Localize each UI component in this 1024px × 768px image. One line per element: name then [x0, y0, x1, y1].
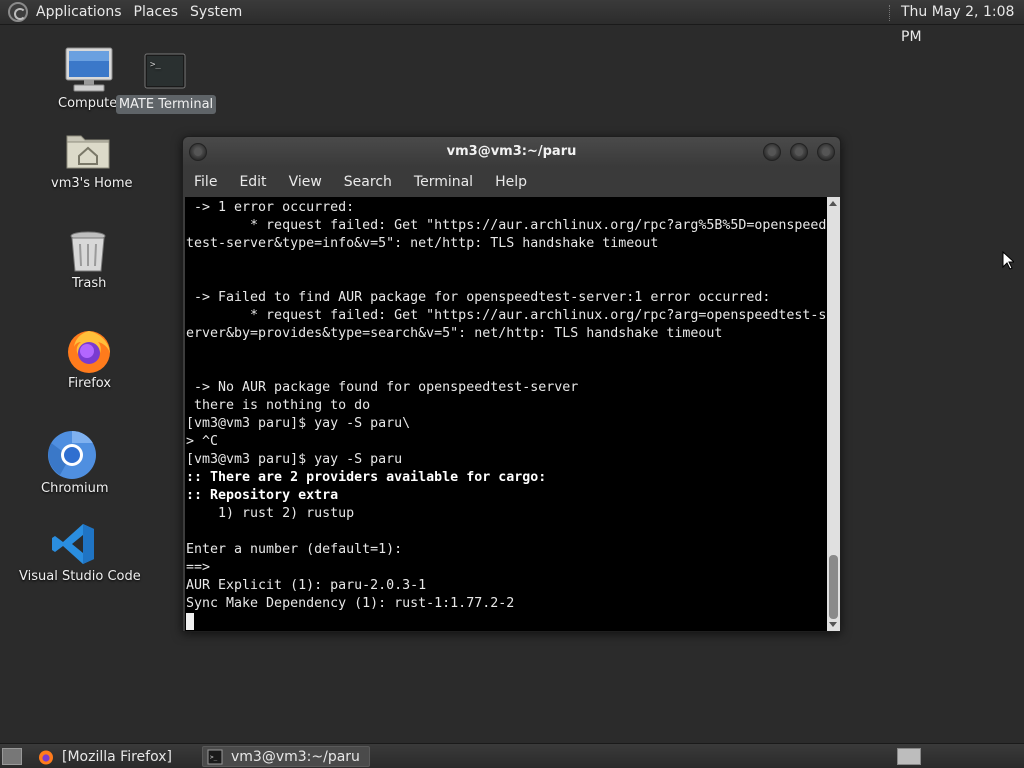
mouse-pointer-icon: [1002, 251, 1014, 270]
trash-icon: [70, 231, 106, 272]
menu-view[interactable]: View: [278, 167, 333, 197]
terminal-line: > ^C: [186, 434, 219, 449]
desktop-icon-label: Chromium: [41, 481, 109, 496]
taskbar-item-label: vm3@vm3:~/paru: [231, 748, 360, 765]
terminal-line: erver&by=provides&type=search&v=5": net/…: [186, 326, 723, 341]
desktop-icon-label: Computer: [58, 96, 123, 111]
workspace-switcher[interactable]: [897, 748, 921, 765]
terminal-cursor-line: [185, 613, 827, 631]
window-titlebar[interactable]: vm3@vm3:~/paru: [183, 137, 840, 167]
show-desktop-icon[interactable]: [2, 748, 22, 765]
scroll-up-arrow-icon[interactable]: [829, 201, 837, 206]
terminal-line: :: There are 2 providers available for c…: [186, 470, 547, 485]
terminal-line: [vm3@vm3 paru]$ yay -S paru\: [186, 416, 411, 431]
svg-text:>_: >_: [150, 60, 161, 70]
terminal-line: test-server&type=info&v=5": net/http: TL…: [186, 236, 659, 251]
desktop-icon-mate-terminal[interactable]: >_ MATE Terminal: [116, 52, 216, 116]
close-button[interactable]: [817, 143, 835, 161]
terminal-cursor: [186, 613, 194, 630]
desktop-icon-label: Firefox: [68, 376, 112, 391]
bottom-panel: [Mozilla Firefox] >_ vm3@vm3:~/paru: [0, 743, 1024, 768]
desktop-icon-label: vm3's Home: [51, 176, 133, 191]
vscode-icon: [52, 524, 94, 564]
terminal-icon: >_: [144, 53, 186, 89]
terminal-line: 1) rust 2) rustup: [186, 506, 355, 521]
top-panel: Applications Places System Thu May 2, 1:…: [0, 0, 1024, 45]
menu-search[interactable]: Search: [333, 167, 403, 197]
terminal-line: * request failed: Get "https://aur.archl…: [186, 218, 827, 233]
firefox-icon: [68, 331, 110, 373]
terminal-line: -> 1 error occurred:: [186, 200, 355, 215]
scrollbar-thumb[interactable]: [829, 555, 838, 619]
desktop-icon-home[interactable]: vm3's Home: [48, 128, 133, 198]
desktop-icon-chromium[interactable]: Chromium: [36, 430, 109, 500]
menu-system[interactable]: System: [186, 0, 250, 25]
desktop-icon-trash[interactable]: Trash: [60, 228, 118, 298]
firefox-icon: [39, 750, 53, 764]
terminal-output[interactable]: -> 1 error occurred: * request failed: G…: [185, 197, 827, 631]
terminal-icon: >_: [207, 749, 223, 764]
terminal-scrollbar[interactable]: [827, 197, 840, 631]
window-menubar: File Edit View Search Terminal Help: [183, 167, 840, 197]
desktop-icon-firefox[interactable]: Firefox: [60, 326, 118, 396]
desktop-icon-computer[interactable]: Computer: [54, 44, 124, 114]
terminal-line: Enter a number (default=1):: [186, 542, 403, 557]
clock[interactable]: Thu May 2, 1:08 PM: [901, 0, 1024, 50]
terminal-line: AUR Explicit (1): paru-2.0.3-1: [186, 578, 427, 593]
desktop-icon-label: Trash: [72, 276, 107, 291]
menu-places[interactable]: Places: [130, 0, 187, 25]
taskbar-item-label: [Mozilla Firefox]: [62, 748, 172, 765]
terminal-line: ==>: [186, 560, 211, 575]
desktop-icon-label: MATE Terminal: [116, 95, 216, 114]
minimize-button[interactable]: [763, 143, 781, 161]
terminal-line: * request failed: Get "https://aur.archl…: [186, 308, 827, 323]
panel-separator: [889, 5, 891, 21]
taskbar-item-firefox[interactable]: [Mozilla Firefox]: [34, 746, 198, 767]
menu-applications[interactable]: Applications: [32, 0, 130, 25]
terminal-line: -> Failed to find AUR package for opensp…: [186, 290, 771, 305]
svg-text:>_: >_: [210, 754, 218, 761]
terminal-line: :: Repository extra: [186, 488, 339, 503]
taskbar-item-terminal[interactable]: >_ vm3@vm3:~/paru: [202, 746, 370, 767]
terminal-line: -> No AUR package found for openspeedtes…: [186, 380, 579, 395]
menu-edit[interactable]: Edit: [228, 167, 277, 197]
desktop-icon-label: Visual Studio Code: [19, 569, 141, 584]
menu-file[interactable]: File: [183, 167, 228, 197]
menu-help[interactable]: Help: [484, 167, 538, 197]
home-folder-icon: [66, 135, 110, 169]
terminal-line: there is nothing to do: [186, 398, 371, 413]
scroll-down-arrow-icon[interactable]: [829, 622, 837, 627]
desktop-icon-vscode[interactable]: Visual Studio Code: [14, 520, 141, 590]
mate-logo-icon[interactable]: [8, 2, 28, 22]
terminal-line: Sync Make Dependency (1): rust-1:1.77.2-…: [186, 596, 515, 611]
maximize-button[interactable]: [790, 143, 808, 161]
window-title: vm3@vm3:~/paru: [446, 144, 577, 159]
terminal-window[interactable]: vm3@vm3:~/paru File Edit View Search Ter…: [182, 136, 841, 632]
chromium-icon: [48, 431, 96, 479]
terminal-line: [vm3@vm3 paru]$ yay -S paru: [186, 452, 403, 467]
computer-icon: [65, 47, 113, 92]
menu-terminal[interactable]: Terminal: [403, 167, 484, 197]
